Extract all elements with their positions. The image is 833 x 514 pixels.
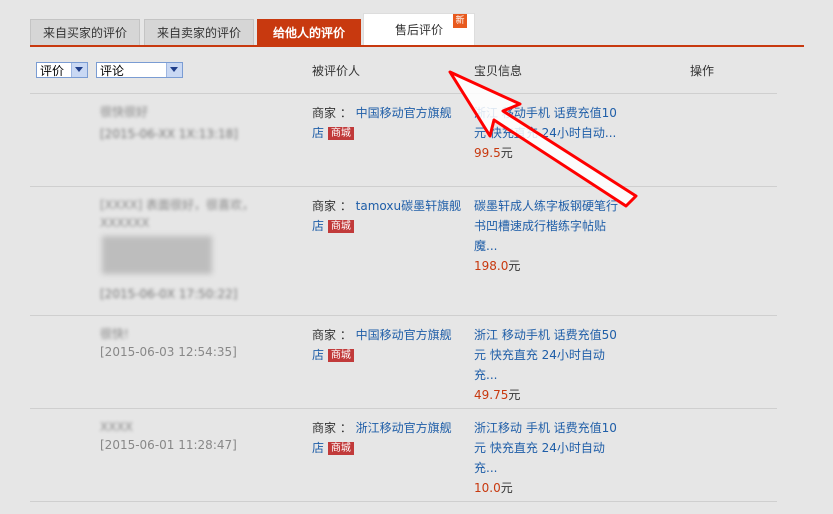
row-divider bbox=[30, 408, 777, 409]
item-link[interactable]: 浙江移动 手机 话费充值10元 快充直充 24小时自动充... bbox=[474, 421, 617, 475]
item-price: 198.0 bbox=[474, 259, 509, 273]
mall-badge: 商城 bbox=[327, 127, 354, 140]
mall-badge: 商城 bbox=[327, 349, 354, 362]
seller-cell: 商家 ： 浙江移动官方旗舰店 商城 bbox=[312, 418, 462, 458]
row-divider bbox=[30, 93, 777, 94]
seller-cell: 商家 ： tamoxu碳墨轩旗舰店 商城 bbox=[312, 196, 462, 236]
new-badge: 新 bbox=[453, 14, 467, 28]
header-item: 宝贝信息 bbox=[474, 64, 523, 78]
tab-from-buyers[interactable]: 来自买家的评价 bbox=[30, 19, 140, 45]
comment-photo bbox=[102, 236, 212, 274]
tab-from-sellers[interactable]: 来自卖家的评价 bbox=[144, 19, 254, 45]
row-divider bbox=[30, 501, 777, 502]
comment-cell: XXXX [2015-06-01 11:28:47] bbox=[100, 418, 237, 454]
comment-text: 很快! bbox=[100, 327, 129, 341]
item-cell: 浙江 移动手机 话费充值50元 快充直充 24小时自动充... 49.75元 bbox=[474, 325, 624, 405]
item-cell: 浙江移动 手机 话费充值10元 快充直充 24小时自动充... 10.0元 bbox=[474, 418, 624, 498]
comment-date: [2015-06-01 11:28:47] bbox=[100, 438, 237, 452]
seller-cell: 商家 ： 中国移动官方旗舰店 商城 bbox=[312, 103, 462, 143]
seller-cell: 商家 ： 中国移动官方旗舰店 商城 bbox=[312, 325, 462, 365]
item-link[interactable]: 浙江 移动手机 话费充值10元 快充直充 24小时自动... bbox=[474, 106, 617, 140]
item-link[interactable]: 浙江 移动手机 话费充值50元 快充直充 24小时自动充... bbox=[474, 328, 617, 382]
price-unit: 元 bbox=[508, 259, 521, 273]
tab-given-to-others[interactable]: 给他人的评价 bbox=[257, 19, 361, 45]
seller-prefix: 商家 ： bbox=[312, 421, 352, 435]
item-price: 99.5 bbox=[474, 146, 501, 160]
chevron-down-icon bbox=[71, 63, 87, 77]
header-ops: 操作 bbox=[690, 64, 715, 78]
comment-cell: 很快很好 [2015-06-XX 1X:13:18] bbox=[100, 103, 238, 143]
chevron-down-icon bbox=[166, 63, 182, 77]
item-link[interactable]: 碳墨轩成人练字板钢硬笔行书凹槽速成行楷练字帖贴魔... bbox=[474, 199, 618, 253]
seller-prefix: 商家 ： bbox=[312, 199, 352, 213]
comment-cell: [XXXX] 表面很好，很喜欢， XXXXXX bbox=[100, 196, 280, 232]
rating-filter-select[interactable]: 评价 bbox=[36, 62, 88, 78]
tab-underline bbox=[30, 45, 804, 47]
seller-prefix: 商家 ： bbox=[312, 106, 352, 120]
comment-text: XXXX bbox=[100, 420, 133, 434]
price-unit: 元 bbox=[500, 481, 513, 495]
item-cell: 浙江 移动手机 话费充值10元 快充直充 24小时自动... 99.5元 bbox=[474, 103, 624, 163]
comment-text: [XXXX] 表面很好，很喜欢， bbox=[100, 198, 255, 212]
row-divider bbox=[30, 186, 777, 187]
tab-after-sales-label: 售后评价 bbox=[394, 23, 443, 37]
item-price: 49.75 bbox=[474, 388, 509, 402]
row-divider bbox=[30, 315, 777, 316]
comment-text: 很快很好 bbox=[100, 105, 149, 119]
comment-filter-select[interactable]: 评论 bbox=[96, 62, 183, 78]
mall-badge: 商城 bbox=[327, 220, 354, 233]
comment-filter-value: 评论 bbox=[100, 64, 125, 78]
comment-date: [2015-06-03 12:54:35] bbox=[100, 345, 237, 359]
price-unit: 元 bbox=[500, 146, 513, 160]
comment-text-2: XXXXXX bbox=[100, 216, 150, 230]
rating-filter-value: 评价 bbox=[40, 64, 65, 78]
header-target: 被评价人 bbox=[312, 64, 361, 78]
comment-date: [2015-06-0X 17:50:22] bbox=[100, 287, 238, 301]
comment-cell: 很快! [2015-06-03 12:54:35] bbox=[100, 325, 237, 361]
item-cell: 碳墨轩成人练字板钢硬笔行书凹槽速成行楷练字帖贴魔... 198.0元 bbox=[474, 196, 624, 276]
comment-date: [2015-06-XX 1X:13:18] bbox=[100, 127, 238, 141]
tab-bar: 来自买家的评价 来自卖家的评价 给他人的评价 售后评价 新 bbox=[30, 14, 804, 45]
mall-badge: 商城 bbox=[327, 442, 354, 455]
tab-after-sales[interactable]: 售后评价 新 bbox=[364, 14, 474, 45]
item-price: 10.0 bbox=[474, 481, 501, 495]
seller-prefix: 商家 ： bbox=[312, 328, 352, 342]
price-unit: 元 bbox=[508, 388, 521, 402]
